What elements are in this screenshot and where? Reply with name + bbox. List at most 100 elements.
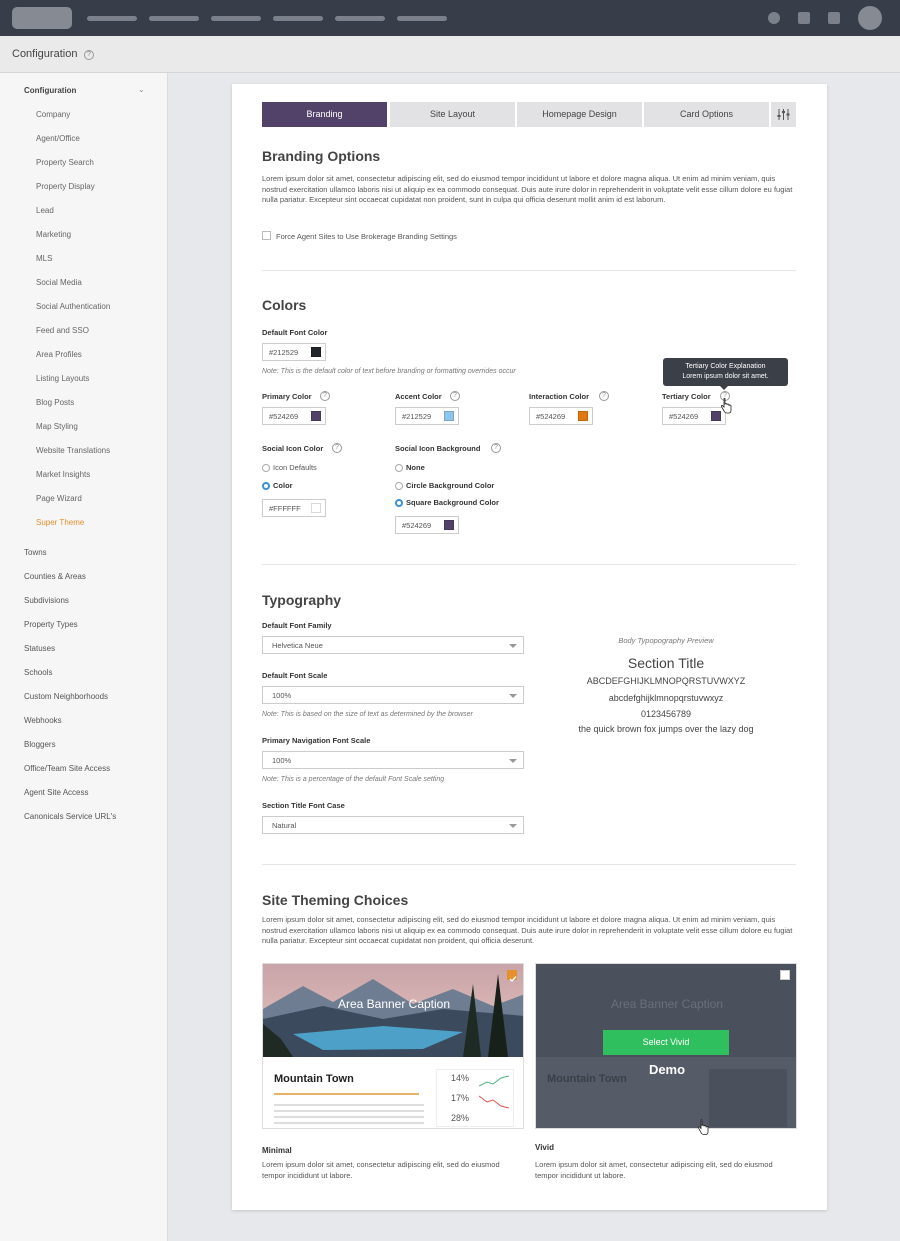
sidebar-item-canonicals-service-urls[interactable]: Canonicals Service URL's xyxy=(24,812,116,821)
sidebar-section-configuration[interactable]: Configuration xyxy=(24,86,76,95)
sidebar-item-area-profiles[interactable]: Area Profiles xyxy=(36,350,82,359)
hand-cursor-icon xyxy=(720,398,732,414)
select-vivid-button[interactable]: Select Vivid xyxy=(603,1030,729,1055)
sidebar-item-schools[interactable]: Schools xyxy=(24,668,52,677)
sidebar-item-statuses[interactable]: Statuses xyxy=(24,644,55,653)
nav-font-scale-value: 100% xyxy=(272,756,292,765)
sidebar-item-towns[interactable]: Towns xyxy=(24,548,47,557)
sidebar-item-map-styling[interactable]: Map Styling xyxy=(36,422,78,431)
theme-card-vivid[interactable]: Area Banner Caption Mountain Town Select… xyxy=(535,963,797,1129)
font-scale-select[interactable]: 100% xyxy=(262,686,524,704)
social-icon-background-swatch[interactable] xyxy=(444,520,454,530)
accent-color-field[interactable]: #212529 xyxy=(395,407,459,425)
primary-color-swatch[interactable] xyxy=(311,411,321,421)
sidebar-item-social-media[interactable]: Social Media xyxy=(36,278,82,287)
tooltip-title: Tertiary Color Explanation xyxy=(685,363,766,370)
interaction-color-field[interactable]: #524269 xyxy=(529,407,593,425)
sidebar-item-blog-posts[interactable]: Blog Posts xyxy=(36,398,74,407)
radio-icon-defaults-label[interactable]: Icon Defaults xyxy=(273,463,317,472)
title-font-case-select[interactable]: Natural xyxy=(262,816,524,834)
accent-color-swatch[interactable] xyxy=(444,411,454,421)
sidebar-item-bloggers[interactable]: Bloggers xyxy=(24,740,56,749)
help-icon[interactable]: ? xyxy=(84,50,94,60)
social-icon-color-field[interactable]: #FFFFFF xyxy=(262,499,326,517)
radio-color[interactable] xyxy=(262,482,270,490)
nav-link-3[interactable] xyxy=(211,16,261,21)
sidebar-item-lead[interactable]: Lead xyxy=(36,206,54,215)
social-icon-background-help-icon[interactable]: ? xyxy=(491,443,501,453)
tab-homepage-design[interactable]: Homepage Design xyxy=(517,102,642,127)
radio-circle-background-label[interactable]: Circle Background Color xyxy=(406,481,494,490)
tab-branding[interactable]: Branding xyxy=(262,102,387,127)
sidebar-item-marketing[interactable]: Marketing xyxy=(36,230,71,239)
notification-icon[interactable] xyxy=(768,12,780,24)
sidebar-item-subdivisions[interactable]: Subdivisions xyxy=(24,596,69,605)
radio-square-background-label[interactable]: Square Background Color xyxy=(406,498,499,507)
social-icon-color-label: Social Icon Color xyxy=(262,444,324,453)
user-avatar[interactable] xyxy=(858,6,882,30)
settings-card: Branding Site Layout Homepage Design Car… xyxy=(232,84,827,1210)
sidebar-item-company[interactable]: Company xyxy=(36,110,70,119)
sidebar-item-mls[interactable]: MLS xyxy=(36,254,52,263)
interaction-color-label: Interaction Color xyxy=(529,392,590,401)
sidebar-item-page-wizard[interactable]: Page Wizard xyxy=(36,494,82,503)
tab-card-options[interactable]: Card Options xyxy=(644,102,769,127)
sidebar-item-property-search[interactable]: Property Search xyxy=(36,158,94,167)
sidebar-item-super-theme[interactable]: Super Theme xyxy=(36,518,84,527)
sidebar-item-agent-office[interactable]: Agent/Office xyxy=(36,134,80,143)
default-font-color-note: Note: This is the default color of text … xyxy=(262,368,516,375)
app-logo[interactable] xyxy=(12,7,72,29)
branding-description: Lorem ipsum dolor sit amet, consectetur … xyxy=(262,174,793,204)
nav-link-1[interactable] xyxy=(87,16,137,21)
sidebar-item-counties-areas[interactable]: Counties & Areas xyxy=(24,572,86,581)
sidebar-item-website-translations[interactable]: Website Translations xyxy=(36,446,110,455)
default-font-color-label: Default Font Color xyxy=(262,328,328,337)
radio-none[interactable] xyxy=(395,464,403,472)
nav-link-2[interactable] xyxy=(149,16,199,21)
nav-link-5[interactable] xyxy=(335,16,385,21)
sidebar-item-feed-and-sso[interactable]: Feed and SSO xyxy=(36,326,89,335)
minimal-text-line xyxy=(274,1110,424,1112)
social-icon-color-help-icon[interactable]: ? xyxy=(332,443,342,453)
chevron-down-icon[interactable]: ⌄ xyxy=(138,85,145,94)
sidebar-item-social-authentication[interactable]: Social Authentication xyxy=(36,302,110,311)
minimal-theme-name: Minimal xyxy=(262,1146,292,1155)
radio-circle-background[interactable] xyxy=(395,482,403,490)
radio-icon-defaults[interactable] xyxy=(262,464,270,472)
tertiary-color-field[interactable]: #524269 xyxy=(662,407,726,425)
sidebar-item-agent-site-access[interactable]: Agent Site Access xyxy=(24,788,88,797)
radio-none-label[interactable]: None xyxy=(406,463,425,472)
sidebar-item-custom-neighborhoods[interactable]: Custom Neighborhoods xyxy=(24,692,108,701)
font-family-select[interactable]: Helvetica Neue xyxy=(262,636,524,654)
nav-link-4[interactable] xyxy=(273,16,323,21)
primary-color-field[interactable]: #524269 xyxy=(262,407,326,425)
sidebar-item-market-insights[interactable]: Market Insights xyxy=(36,470,90,479)
interaction-color-swatch[interactable] xyxy=(578,411,588,421)
theme-card-minimal[interactable]: Area Banner Caption Mountain Town 14% 17… xyxy=(262,963,524,1129)
primary-color-help-icon[interactable]: ? xyxy=(320,391,330,401)
settings-icon[interactable] xyxy=(828,12,840,24)
default-font-color-swatch[interactable] xyxy=(311,347,321,357)
default-font-color-field[interactable]: #212529 xyxy=(262,343,326,361)
interaction-color-help-icon[interactable]: ? xyxy=(599,391,609,401)
tab-site-layout[interactable]: Site Layout xyxy=(390,102,515,127)
social-icon-color-swatch[interactable] xyxy=(311,503,321,513)
vivid-checkbox[interactable] xyxy=(780,970,790,980)
apps-icon[interactable] xyxy=(798,12,810,24)
force-branding-checkbox[interactable] xyxy=(262,231,271,240)
sidebar-item-property-types[interactable]: Property Types xyxy=(24,620,78,629)
sliders-icon[interactable] xyxy=(771,102,796,127)
nav-link-6[interactable] xyxy=(397,16,447,21)
accent-color-help-icon[interactable]: ? xyxy=(450,391,460,401)
sidebar-item-listing-layouts[interactable]: Listing Layouts xyxy=(36,374,89,383)
minimal-stat-row xyxy=(274,1093,419,1095)
radio-square-background[interactable] xyxy=(395,499,403,507)
radio-color-label[interactable]: Color xyxy=(273,481,293,490)
nav-font-scale-select[interactable]: 100% xyxy=(262,751,524,769)
sidebar-item-office-team-site-access[interactable]: Office/Team Site Access xyxy=(24,764,110,773)
sidebar-item-webhooks[interactable]: Webhooks xyxy=(24,716,62,725)
vivid-stats-box xyxy=(709,1069,787,1127)
sidebar-item-property-display[interactable]: Property Display xyxy=(36,182,95,191)
minimal-selected-checkbox[interactable] xyxy=(507,970,517,983)
social-icon-background-field[interactable]: #524269 xyxy=(395,516,459,534)
